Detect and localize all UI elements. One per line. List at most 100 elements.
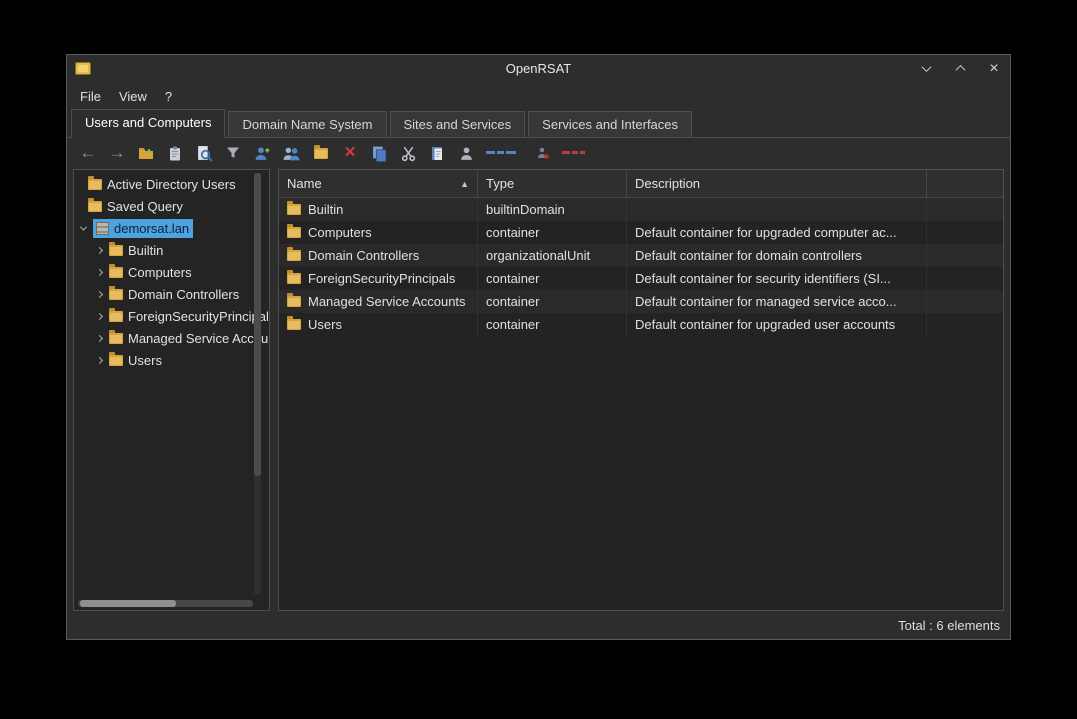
window-maximize-button[interactable] xyxy=(952,61,968,77)
cut-button[interactable] xyxy=(399,143,417,163)
expander-right-icon[interactable] xyxy=(94,314,104,319)
add-user-button[interactable] xyxy=(253,143,271,163)
tab-domain-name-system[interactable]: Domain Name System xyxy=(228,111,386,137)
folder-icon xyxy=(109,311,123,322)
expander-right-icon[interactable] xyxy=(94,248,104,253)
clipboard-button[interactable] xyxy=(166,143,184,163)
menu-file[interactable]: File xyxy=(71,85,110,108)
cell-name: Computers xyxy=(308,225,372,240)
tree-vertical-scrollbar[interactable] xyxy=(254,173,261,594)
mini-user-button[interactable] xyxy=(533,143,551,163)
tree-item-label: Managed Service Accounts xyxy=(128,331,269,346)
folder-icon xyxy=(88,201,102,212)
menu-bar: File View ? xyxy=(67,82,1010,110)
new-folder-button[interactable] xyxy=(137,143,155,163)
tree-item-domain-controllers[interactable]: Domain Controllers xyxy=(74,283,269,305)
forward-arrow-icon: → xyxy=(109,144,126,162)
table-row[interactable]: Builtin builtinDomain xyxy=(279,198,1003,221)
cell-type: container xyxy=(486,317,539,332)
filter-icon xyxy=(225,145,241,161)
cell-name: Managed Service Accounts xyxy=(308,294,466,309)
mini-user-icon xyxy=(536,146,549,160)
mini-computers-button[interactable] xyxy=(486,143,522,163)
column-header-description[interactable]: Description xyxy=(627,170,927,197)
column-label: Name xyxy=(287,176,322,191)
window-title: OpenRSAT xyxy=(67,61,1010,76)
window-close-button[interactable]: × xyxy=(986,61,1002,77)
forward-button[interactable]: → xyxy=(108,143,126,163)
add-group-button[interactable] xyxy=(282,143,301,163)
tree-item-label: ForeignSecurityPrincipals xyxy=(128,309,269,324)
table-row[interactable]: Managed Service Accounts container Defau… xyxy=(279,290,1003,313)
folder-icon xyxy=(314,148,328,159)
column-header-extra[interactable] xyxy=(927,170,1003,197)
tree-item-domain[interactable]: demorsat.lan xyxy=(74,217,269,239)
expander-right-icon[interactable] xyxy=(94,358,104,363)
add-ou-button[interactable] xyxy=(312,143,330,163)
menu-help[interactable]: ? xyxy=(156,85,181,108)
tree-item-label: Domain Controllers xyxy=(128,287,239,302)
tree-horizontal-scrollbar[interactable] xyxy=(78,600,253,607)
column-header-type[interactable]: Type xyxy=(478,170,627,197)
cell-name: Users xyxy=(308,317,342,332)
mini-computers-icon xyxy=(486,147,522,159)
tree-item-label: demorsat.lan xyxy=(114,221,189,236)
tree-item-computers[interactable]: Computers xyxy=(74,261,269,283)
filter-button[interactable] xyxy=(224,143,242,163)
domain-icon xyxy=(96,222,109,235)
tab-sites-and-services[interactable]: Sites and Services xyxy=(390,111,526,137)
window-shade-button[interactable] xyxy=(918,61,934,77)
tree-item-label: Saved Query xyxy=(107,199,183,214)
scrollbar-thumb[interactable] xyxy=(254,173,261,476)
expander-right-icon[interactable] xyxy=(94,270,104,275)
paste-book-icon xyxy=(429,145,445,162)
new-folder-icon xyxy=(137,145,155,161)
user-button[interactable] xyxy=(457,143,475,163)
back-button[interactable]: ← xyxy=(79,143,97,163)
tab-services-and-interfaces[interactable]: Services and Interfaces xyxy=(528,111,692,137)
copy-button[interactable] xyxy=(370,143,388,163)
mini-red-icon xyxy=(562,147,588,159)
tree-item-label: Users xyxy=(128,353,162,368)
clipboard-icon xyxy=(167,145,183,162)
app-window: OpenRSAT × File View ? Users and Compute… xyxy=(66,54,1011,640)
table-row[interactable]: Computers container Default container fo… xyxy=(279,221,1003,244)
cell-name: Domain Controllers xyxy=(308,248,419,263)
folder-icon xyxy=(109,245,123,256)
cell-description: Default container for upgraded computer … xyxy=(635,225,897,240)
table-row[interactable]: ForeignSecurityPrincipals container Defa… xyxy=(279,267,1003,290)
expander-down-icon[interactable] xyxy=(78,226,88,231)
paste-button[interactable] xyxy=(428,143,446,163)
title-bar[interactable]: OpenRSAT × xyxy=(67,55,1010,82)
column-label: Type xyxy=(486,176,514,191)
folder-icon xyxy=(287,319,301,330)
menu-view[interactable]: View xyxy=(110,85,156,108)
column-header-name[interactable]: Name ▲ xyxy=(279,170,478,197)
folder-icon xyxy=(287,250,301,261)
tab-users-and-computers[interactable]: Users and Computers xyxy=(71,109,225,138)
close-icon: × xyxy=(989,62,998,76)
tree-item-foreign-security-principals[interactable]: ForeignSecurityPrincipals xyxy=(74,305,269,327)
tree-item-label: Computers xyxy=(128,265,192,280)
tree-item-managed-service-accounts[interactable]: Managed Service Accounts xyxy=(74,327,269,349)
status-bar: Total : 6 elements xyxy=(73,612,1000,639)
sort-ascending-icon: ▲ xyxy=(460,179,469,189)
expander-right-icon[interactable] xyxy=(94,336,104,341)
expander-right-icon[interactable] xyxy=(94,292,104,297)
tree-item-saved-query[interactable]: Saved Query xyxy=(74,195,269,217)
table-row[interactable]: Domain Controllers organizationalUnit De… xyxy=(279,244,1003,267)
search-button[interactable] xyxy=(195,143,213,163)
tree-item-active-directory-users[interactable]: Active Directory Users xyxy=(74,173,269,195)
cell-name: ForeignSecurityPrincipals xyxy=(308,271,455,286)
tree-item-builtin[interactable]: Builtin xyxy=(74,239,269,261)
cell-type: container xyxy=(486,225,539,240)
tab-bar: Users and Computers Domain Name System S… xyxy=(67,110,1010,138)
users-icon xyxy=(282,145,301,162)
mini-red-button[interactable] xyxy=(562,143,588,163)
table-row[interactable]: Users container Default container for up… xyxy=(279,313,1003,336)
scrollbar-thumb[interactable] xyxy=(80,600,176,607)
delete-button[interactable]: × xyxy=(341,143,359,163)
selected-tree-item[interactable]: demorsat.lan xyxy=(93,219,193,238)
cell-description: Default container for domain controllers xyxy=(635,248,862,263)
tree-item-users[interactable]: Users xyxy=(74,349,269,371)
